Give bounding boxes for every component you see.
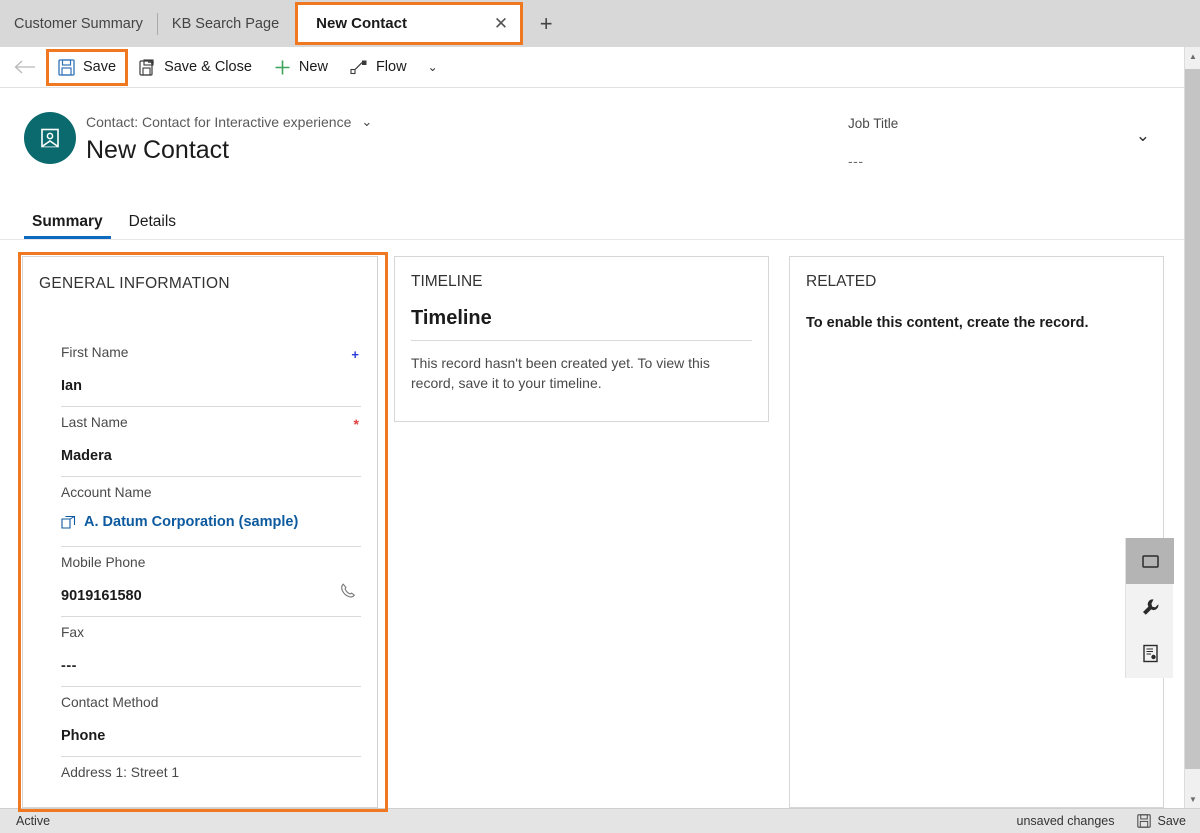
side-panel-rail [1125,538,1174,678]
document-icon [1142,644,1159,663]
field-label: Mobile Phone [61,555,146,570]
wrench-icon [1141,598,1160,617]
record-header: Contact: Contact for Interactive experie… [0,88,1186,198]
plus-icon [274,59,291,76]
tab-strip: Customer Summary KB Search Page New Cont… [0,0,1200,47]
field-label: Fax [61,625,84,640]
lookup-record-icon [61,515,76,530]
job-title-label: Job Title [848,116,899,131]
timeline-empty-message: This record hasn't been created yet. To … [411,355,710,392]
vertical-scrollbar[interactable]: ▲ ▼ [1184,47,1200,808]
save-button[interactable]: Save [46,48,129,86]
field-label: Last Name [61,415,128,430]
field-mobile-phone[interactable]: Mobile Phone 9019161580 [61,547,361,617]
command-bar: Save Save & Close New Flow ⌄ [0,47,1186,88]
scroll-down-icon[interactable]: ▼ [1185,790,1200,808]
phone-icon[interactable] [339,582,357,600]
tab-kb-search-page[interactable]: KB Search Page [158,0,293,47]
tab-label: New Contact [316,15,407,32]
general-information-fields: First Name Ian + Last Name Madera * Acco… [23,293,377,827]
job-title-value: --- [848,153,864,169]
unsaved-changes-text: unsaved changes [1016,814,1115,828]
back-arrow-icon[interactable] [8,52,42,82]
tab-new-contact[interactable]: New Contact ✕ [295,2,524,45]
tab-label: KB Search Page [171,15,280,32]
general-information-title: GENERAL INFORMATION [39,275,230,292]
tab-summary-label: Summary [32,213,103,230]
recommended-marker-icon: + [351,347,359,362]
scrollbar-thumb[interactable] [1185,69,1200,769]
application-window: Customer Summary KB Search Page New Cont… [0,0,1200,833]
field-value-container[interactable]: A. Datum Corporation (sample) [61,514,361,530]
tab-details[interactable]: Details [121,209,184,239]
new-tab-button[interactable]: + [523,0,569,47]
related-empty-message: To enable this content, create the recor… [806,315,1089,331]
field-value[interactable]: --- [61,658,361,674]
save-icon [58,58,75,76]
tab-label: Customer Summary [14,15,143,32]
rail-button-related[interactable] [1126,538,1174,584]
status-save-label: Save [1157,814,1187,828]
save-and-close-icon [139,58,156,76]
field-account-name[interactable]: Account Name A. Datum Corporation (sampl… [61,477,361,547]
save-icon [1136,814,1151,828]
header-expand-chevron-icon[interactable]: ⌄ [1136,126,1150,146]
field-label: Address 1: Street 1 [61,765,180,780]
related-section: RELATED To enable this content, create t… [789,256,1164,808]
field-label: Contact Method [61,695,159,710]
header-field-job-title[interactable]: Job Title --- [848,116,898,169]
chevron-down-icon[interactable]: ⌄ [361,114,372,130]
form-body: GENERAL INFORMATION First Name Ian + Las… [0,240,1186,812]
chevron-down-icon[interactable]: ⌄ [418,60,448,74]
field-fax[interactable]: Fax --- [61,617,361,687]
status-bar-right: unsaved changes Save [1017,814,1187,828]
form-tab-list: Summary Details [0,198,1186,240]
field-value[interactable]: Ian [61,378,361,394]
related-section-label: RELATED [806,273,877,290]
tab-summary[interactable]: Summary [24,209,111,239]
save-and-close-label: Save & Close [164,59,252,75]
status-save-button[interactable]: Save [1136,814,1187,828]
timeline-title: Timeline [411,307,492,329]
related-folder-icon [1141,553,1160,570]
flow-icon [350,59,368,75]
tab-customer-summary[interactable]: Customer Summary [0,0,157,47]
rail-button-document[interactable] [1126,630,1174,676]
timeline-section: TIMELINE Timeline This record hasn't bee… [394,256,769,422]
scroll-up-icon[interactable]: ▲ [1185,47,1200,65]
tab-details-label: Details [128,213,177,230]
field-label: First Name [61,345,129,360]
timeline-section-label: TIMELINE [411,273,483,290]
field-last-name[interactable]: Last Name Madera * [61,407,361,477]
page-title: New Contact [86,136,230,164]
field-value[interactable]: Phone [61,728,361,744]
flow-button-label: Flow [375,59,407,75]
field-contact-method[interactable]: Contact Method Phone [61,687,361,757]
status-bar: Active unsaved changes Save [0,808,1200,833]
field-value[interactable]: Madera [61,448,361,464]
general-information-section: GENERAL INFORMATION First Name Ian + Las… [22,256,377,808]
new-button-label: New [298,59,328,75]
rail-button-tools[interactable] [1126,584,1174,630]
required-marker-icon: * [353,416,359,432]
record-entity-text: Contact: Contact for Interactive experie… [86,114,352,130]
new-button[interactable]: New [263,51,339,84]
field-value[interactable]: 9019161580 [61,588,361,604]
avatar [24,112,76,164]
record-entity-line[interactable]: Contact: Contact for Interactive experie… [86,114,372,130]
close-icon[interactable]: ✕ [494,15,508,32]
field-label: Account Name [61,485,152,500]
flow-button[interactable]: Flow [339,51,418,84]
section-divider [377,256,378,808]
status-state: Active [16,814,51,828]
field-first-name[interactable]: First Name Ian + [61,337,361,407]
save-button-label: Save [83,59,117,75]
field-value[interactable]: A. Datum Corporation (sample) [84,514,298,530]
save-and-close-button[interactable]: Save & Close [128,51,263,84]
